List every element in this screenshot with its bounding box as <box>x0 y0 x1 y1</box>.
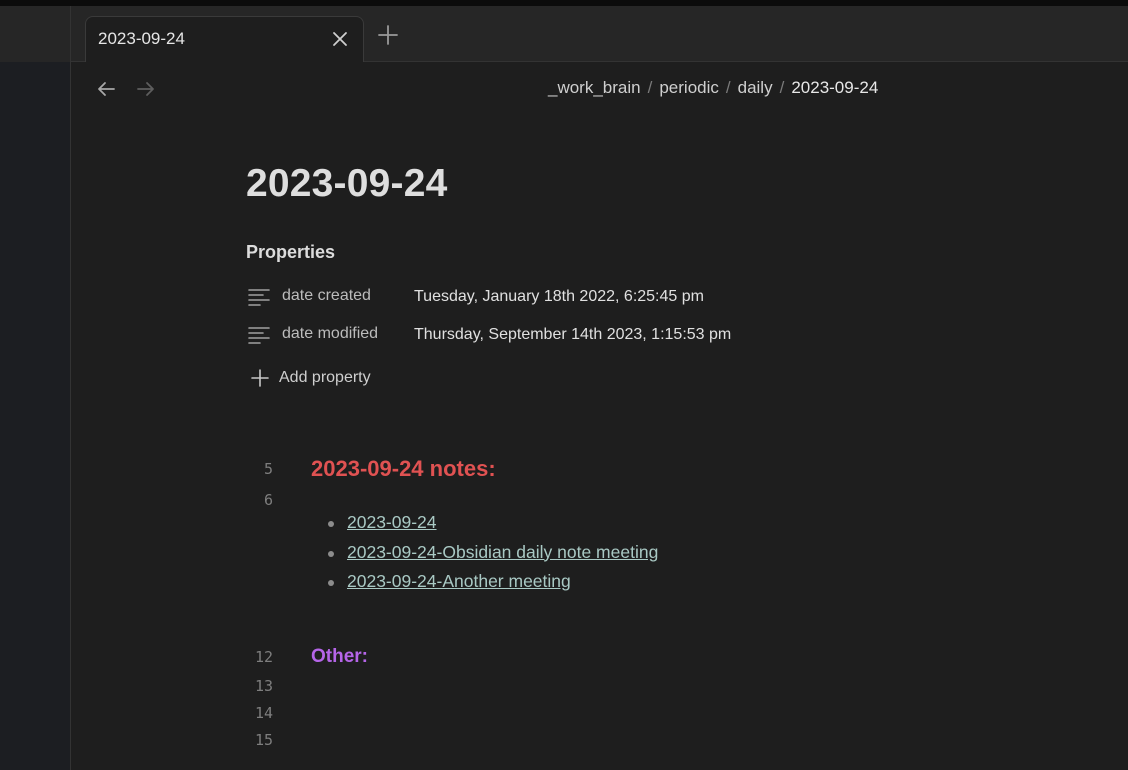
sidebar-divider[interactable] <box>70 6 71 770</box>
line-number: 15 <box>254 731 273 749</box>
tab-title: 2023-09-24 <box>98 29 185 48</box>
note-title[interactable]: 2023-09-24 <box>246 162 448 206</box>
property-row-date-created[interactable]: date created Tuesday, January 18th 2022,… <box>246 284 806 310</box>
bullet-icon <box>328 580 334 586</box>
breadcrumb-item-periodic[interactable]: periodic <box>659 78 719 97</box>
property-key[interactable]: date modified <box>282 325 378 343</box>
text-lines-icon[interactable] <box>248 326 270 344</box>
plus-icon <box>250 368 270 388</box>
internal-link[interactable]: 2023-09-24-Obsidian daily note meeting <box>347 542 658 563</box>
close-icon[interactable] <box>329 28 351 50</box>
section-heading-notes[interactable]: 2023-09-24 notes: <box>311 456 496 482</box>
new-tab-plus-icon[interactable] <box>376 23 400 47</box>
arrow-right-icon[interactable] <box>135 78 157 100</box>
tab-bar: 2023-09-24 <box>71 6 1128 62</box>
properties-heading[interactable]: Properties <box>246 242 335 263</box>
property-row-date-modified[interactable]: date modified Thursday, September 14th 2… <box>246 322 806 348</box>
section-heading-other[interactable]: Other: <box>311 646 368 668</box>
left-sidebar-header <box>0 6 70 62</box>
line-number: 6 <box>263 491 273 509</box>
property-value[interactable]: Thursday, September 14th 2023, 1:15:53 p… <box>414 326 731 344</box>
text-lines-icon[interactable] <box>248 288 270 306</box>
breadcrumb: _work_brain / periodic / daily / 2023-09-24 <box>548 78 878 98</box>
line-number: 12 <box>254 648 273 666</box>
breadcrumb-item-daily[interactable]: daily <box>738 78 773 97</box>
left-sidebar-collapsed <box>0 6 70 770</box>
property-value[interactable]: Tuesday, January 18th 2022, 6:25:45 pm <box>414 288 704 306</box>
line-number: 13 <box>254 677 273 695</box>
breadcrumb-separator: / <box>779 78 785 97</box>
internal-link[interactable]: 2023-09-24-Another meeting <box>347 571 571 592</box>
bullet-icon <box>328 550 334 557</box>
breadcrumb-separator: / <box>725 78 731 97</box>
line-number: 14 <box>254 704 273 722</box>
property-key[interactable]: date created <box>282 287 371 305</box>
breadcrumb-item-current[interactable]: 2023-09-24 <box>791 78 878 97</box>
add-property-label: Add property <box>279 369 371 386</box>
tab-active[interactable]: 2023-09-24 <box>85 16 364 62</box>
internal-link[interactable]: 2023-09-24 <box>347 512 437 533</box>
arrow-left-icon[interactable] <box>95 78 117 100</box>
breadcrumb-item-vault[interactable]: _work_brain <box>548 78 641 97</box>
line-number: 5 <box>263 460 273 478</box>
bullet-icon <box>328 521 334 527</box>
breadcrumb-separator: / <box>647 78 653 97</box>
